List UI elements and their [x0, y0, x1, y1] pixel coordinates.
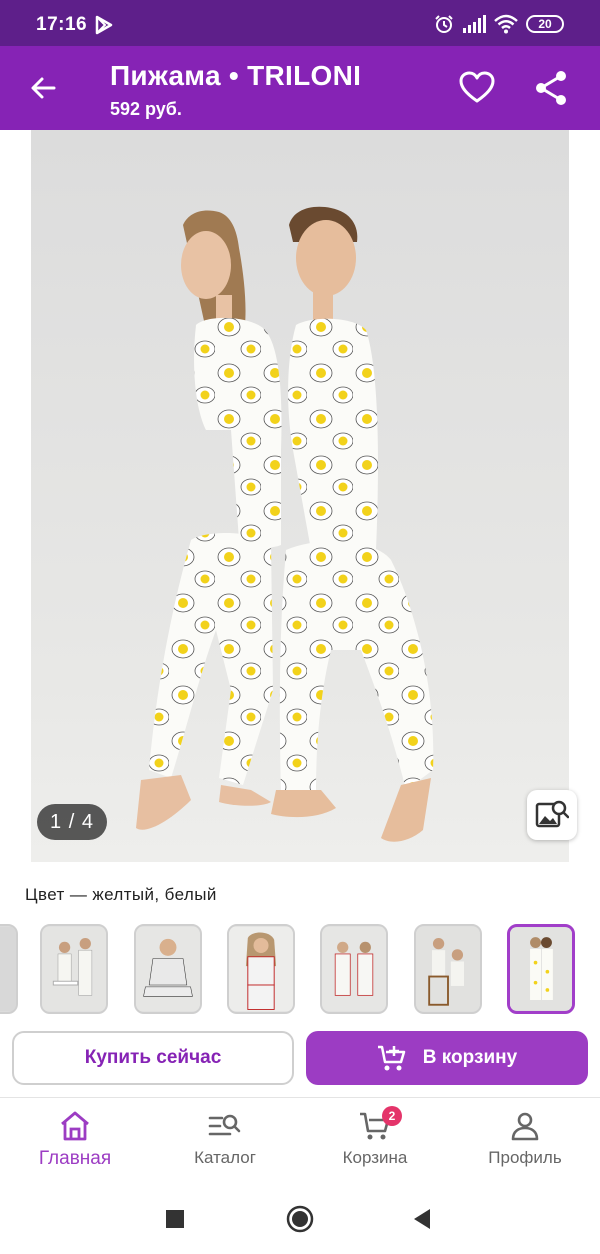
- status-time: 17:16: [36, 14, 88, 35]
- profile-icon: [508, 1110, 542, 1142]
- home-circle-icon[interactable]: [285, 1204, 315, 1234]
- back-arrow-icon[interactable]: [24, 68, 64, 108]
- catalog-search-icon: [208, 1110, 242, 1142]
- product-price: 592 руб.: [110, 99, 182, 119]
- nav-label-catalog: Каталог: [194, 1148, 256, 1167]
- image-search-button[interactable]: [527, 790, 577, 840]
- thumbnail-1[interactable]: [40, 924, 108, 1014]
- image-counter: 1 / 4: [37, 804, 107, 840]
- recents-icon[interactable]: [160, 1204, 190, 1234]
- alarm-icon: [435, 15, 453, 33]
- back-triangle-icon[interactable]: [408, 1204, 438, 1234]
- thumbnail-strip: [0, 922, 600, 1018]
- cart-icon: 2: [358, 1106, 402, 1142]
- signal-icon: [463, 15, 486, 33]
- play-store-icon: [95, 15, 113, 35]
- add-to-cart-label: В корзину: [422, 1047, 518, 1068]
- buy-now-button[interactable]: Купить сейчас: [12, 1031, 294, 1085]
- product-photo[interactable]: [31, 130, 569, 862]
- app-bar: Пижама • TRILONI 592 руб.: [0, 46, 600, 130]
- thumbnail-6-selected[interactable]: [507, 924, 575, 1014]
- status-icons: 20: [434, 12, 564, 36]
- add-to-cart-icon: [377, 1045, 406, 1071]
- image-search-icon: [535, 800, 569, 828]
- system-navigation-bar: [0, 1184, 600, 1254]
- cart-badge: 2: [382, 1106, 402, 1126]
- thumbnail-3[interactable]: [227, 924, 295, 1014]
- nav-label-home: Главная: [38, 1148, 112, 1169]
- heart-icon[interactable]: [456, 68, 498, 108]
- thumbnail-5[interactable]: [414, 924, 482, 1014]
- thumbnail-4[interactable]: [320, 924, 388, 1014]
- nav-item-profile[interactable]: Профиль: [450, 1098, 600, 1184]
- thumbnail-partial[interactable]: [0, 924, 18, 1014]
- bottom-navigation: Главная Каталог 2 Корзина Профиль: [0, 1098, 600, 1184]
- share-icon[interactable]: [530, 68, 572, 108]
- nav-item-home[interactable]: Главная: [0, 1098, 150, 1184]
- battery-indicator: 20: [526, 15, 564, 33]
- nav-item-catalog[interactable]: Каталог: [150, 1098, 300, 1184]
- page-title: Пижама • TRILONI: [110, 60, 362, 91]
- thumbnail-2[interactable]: [134, 924, 202, 1014]
- add-to-cart-button[interactable]: В корзину: [306, 1031, 588, 1085]
- nav-label-cart: Корзина: [342, 1148, 408, 1167]
- nav-label-profile: Профиль: [488, 1148, 562, 1167]
- status-bar: 17:16 20: [0, 0, 600, 46]
- home-icon: [58, 1110, 92, 1142]
- wifi-icon: [494, 14, 518, 34]
- nav-item-cart[interactable]: 2 Корзина: [300, 1098, 450, 1184]
- product-color: Цвет — желтый, белый: [25, 885, 217, 904]
